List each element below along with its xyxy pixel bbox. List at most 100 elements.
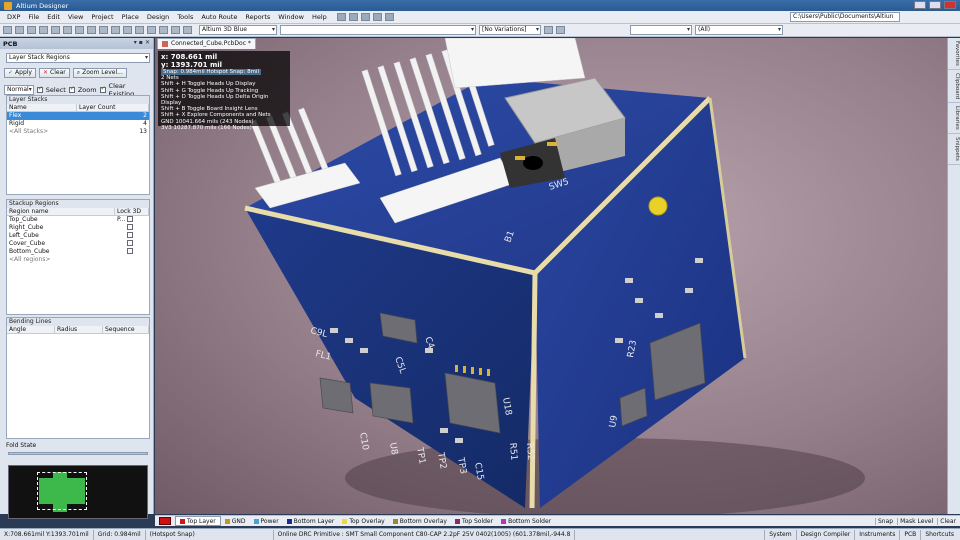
table-row[interactable]: Left_Cube (7, 232, 149, 240)
lock-checkbox[interactable] (127, 240, 133, 246)
paste-icon[interactable] (99, 26, 108, 34)
menu-place[interactable]: Place (118, 13, 143, 21)
zoom-level-button[interactable]: ⌕ Zoom Level... (72, 68, 127, 78)
layer-tab-bottom-layer[interactable]: Bottom Layer (283, 516, 339, 526)
table-row[interactable]: <All Stacks> 13 (7, 128, 149, 136)
layer-tab-top-overlay[interactable]: Top Overlay (338, 516, 388, 526)
select-checkbox[interactable] (36, 85, 43, 93)
undo-icon[interactable] (159, 26, 168, 34)
menu-help[interactable]: Help (308, 13, 331, 21)
col-lock-3d[interactable]: Lock 3D P... (115, 208, 149, 223)
system-panel-button[interactable]: System (764, 529, 795, 540)
table-row[interactable]: Top_Cube (7, 216, 149, 224)
menu-project[interactable]: Project (87, 13, 117, 21)
table-row[interactable]: <All regions> (7, 256, 149, 264)
menu-view[interactable]: View (64, 13, 87, 21)
board-preview[interactable] (8, 465, 148, 519)
save-icon[interactable] (15, 26, 24, 34)
table-row[interactable]: Bottom_Cube (7, 248, 149, 256)
print-icon[interactable] (27, 26, 36, 34)
menu-reports[interactable]: Reports (241, 13, 274, 21)
zoom-in-icon[interactable] (39, 26, 48, 34)
tab-snippets[interactable]: Snippets (948, 134, 960, 165)
layer-tab-top-solder[interactable]: Top Solder (451, 516, 497, 526)
document-tab[interactable]: Connected_Cube.PcbDoc * (157, 38, 256, 49)
current-layer-indicator[interactable] (155, 516, 175, 526)
table-row[interactable]: Flex 2 (7, 112, 149, 120)
col-layer-count[interactable]: Layer Count (77, 104, 149, 111)
layer-tab-bottom-solder[interactable]: Bottom Solder (497, 516, 555, 526)
tab-libraries[interactable]: Libraries (948, 103, 960, 134)
cut-icon[interactable] (75, 26, 84, 34)
layer-tab-bottom-overlay[interactable]: Bottom Overlay (389, 516, 451, 526)
variations-select[interactable]: [No Variations] (479, 25, 541, 35)
variant-manager-icon[interactable] (556, 26, 565, 34)
place-icon[interactable] (348, 13, 358, 21)
route-icon[interactable] (336, 13, 346, 21)
menu-file[interactable]: File (24, 13, 43, 21)
open-icon[interactable] (3, 26, 12, 34)
menu-window[interactable]: Window (274, 13, 308, 21)
apply-button[interactable]: ✓ Apply (4, 68, 36, 78)
fold-state-slider[interactable] (8, 452, 148, 455)
panel-mode-select[interactable]: Layer Stack Regions (6, 53, 150, 63)
tab-clipboard[interactable]: Clipboard (948, 70, 960, 104)
select-area-icon[interactable] (111, 26, 120, 34)
select-icon[interactable] (372, 13, 382, 21)
clear-mask-button[interactable]: Clear (937, 517, 958, 525)
zoom-out-icon[interactable] (51, 26, 60, 34)
move-icon[interactable] (123, 26, 132, 34)
clear-existing-checkbox[interactable] (99, 85, 106, 93)
lock-checkbox[interactable] (127, 232, 133, 238)
design-compiler-button[interactable]: Design Compiler (795, 529, 855, 540)
copy-icon[interactable] (87, 26, 96, 34)
clear-button[interactable]: ✕ Clear (38, 68, 70, 78)
menu-tools[interactable]: Tools (173, 13, 197, 21)
all-filter-select[interactable]: (All) (695, 25, 783, 35)
tab-favorites[interactable]: Favorites (948, 38, 960, 70)
shortcuts-button[interactable]: Shortcuts (920, 529, 958, 540)
col-name[interactable]: Name (7, 104, 77, 111)
panel-controls[interactable]: ▾ ▪ ✕ (134, 39, 150, 46)
zoom-fit-icon[interactable] (63, 26, 72, 34)
col-radius[interactable]: Radius (55, 326, 103, 333)
deselect-icon[interactable] (135, 26, 144, 34)
preview-viewport-frame[interactable] (37, 472, 87, 510)
menu-edit[interactable]: Edit (43, 13, 64, 21)
maximize-button[interactable] (929, 1, 941, 9)
normal-select[interactable]: Normal (4, 85, 34, 95)
view-config-select[interactable]: Altium 3D Blue (199, 25, 277, 35)
redo-icon[interactable] (171, 26, 180, 34)
lock-checkbox[interactable] (127, 216, 133, 222)
col-sequence[interactable]: Sequence (103, 326, 149, 333)
close-button[interactable] (944, 1, 956, 9)
lock-checkbox[interactable] (127, 224, 133, 230)
menu-auto-route[interactable]: Auto Route (197, 13, 241, 21)
window-title: Altium Designer (16, 1, 69, 10)
table-row[interactable]: Right_Cube (7, 224, 149, 232)
minimize-button[interactable] (914, 1, 926, 9)
document-path-field[interactable]: C:\Users\Public\Documents\Altiun (790, 12, 900, 22)
col-region-name[interactable]: Region name (7, 208, 115, 215)
layer-tab-gnd[interactable]: GND (221, 516, 250, 526)
menu-design[interactable]: Design (143, 13, 173, 21)
mask-level-button[interactable]: Mask Level (897, 517, 935, 525)
layer-tab-top-layer[interactable]: Top Layer (175, 516, 221, 526)
variant-icon[interactable] (544, 26, 553, 34)
align-icon[interactable] (360, 13, 370, 21)
instruments-button[interactable]: Instruments (854, 529, 899, 540)
grid-icon[interactable] (384, 13, 394, 21)
layer-tab-power[interactable]: Power (250, 516, 283, 526)
compile-icon[interactable] (183, 26, 192, 34)
zoom-checkbox[interactable] (68, 85, 75, 93)
pcb-panel-button[interactable]: PCB (899, 529, 920, 540)
snap-button[interactable]: Snap (874, 517, 895, 525)
menu-dxp[interactable]: DXP (3, 13, 24, 21)
table-row[interactable]: Cover_Cube (7, 240, 149, 248)
toolbar-empty-select[interactable] (280, 25, 476, 35)
cross-probe-icon[interactable] (147, 26, 156, 34)
table-row[interactable]: Rigid 4 (7, 120, 149, 128)
lock-checkbox[interactable] (127, 248, 133, 254)
blank-filter-select[interactable] (630, 25, 692, 35)
col-angle[interactable]: Angle (7, 326, 55, 333)
